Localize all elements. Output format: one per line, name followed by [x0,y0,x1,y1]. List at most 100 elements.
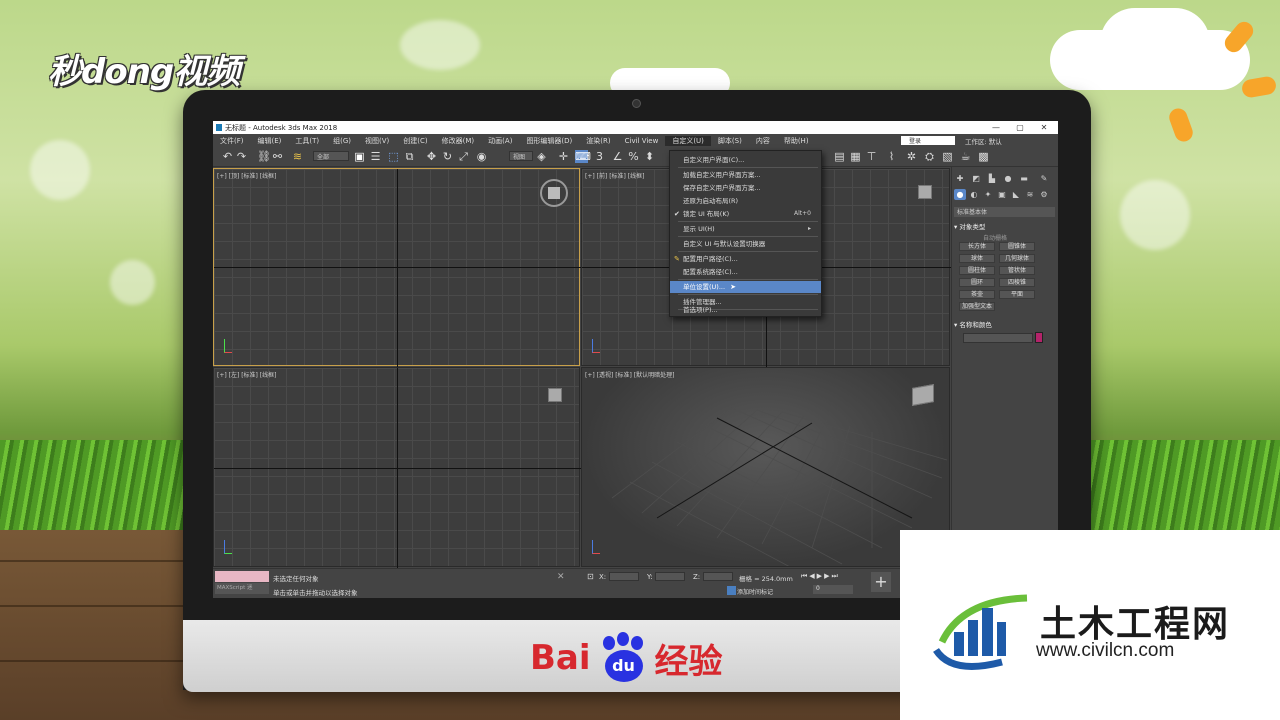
viewport-label[interactable]: [+] [左] [标准] [线框] [217,370,276,379]
layer-explorer-icon[interactable]: ▦ [849,150,862,163]
close-button[interactable]: ✕ [1032,121,1056,134]
pyramid-button[interactable]: 四棱锥 [999,278,1035,287]
viewport-label[interactable]: [+] [顶] [标准] [线框] [217,171,276,180]
menu-edit[interactable]: 编辑(E) [251,136,289,146]
maxscript-mini-listener[interactable]: MAXScript 迷 [215,583,269,594]
menu-rendering[interactable]: 渲染(R) [579,136,617,146]
scene-explorer-icon[interactable]: ▤ [833,150,846,163]
hierarchy-tab-icon[interactable]: ▙ [986,173,998,184]
box-button[interactable]: 长方体 [959,242,995,251]
angle-snap-icon[interactable]: ∠ [611,150,624,163]
cameras-icon[interactable]: ▣ [996,189,1008,200]
cone-button[interactable]: 圆锥体 [999,242,1035,251]
ribbon-icon[interactable]: ⊤ [865,150,878,163]
viewcube-icon[interactable] [918,185,932,199]
systems-icon[interactable]: ⚙ [1038,189,1050,200]
utilities-tab-icon[interactable]: ✎ [1038,173,1050,184]
viewport-left[interactable]: [+] [左] [标准] [线框] [213,367,581,568]
plane-button[interactable]: 平面 [999,290,1035,299]
select-manipulate-icon[interactable]: ✛ [557,150,570,163]
cylinder-button[interactable]: 圆柱体 [959,266,995,275]
menu-customize[interactable]: 自定义(U) [665,135,711,146]
menu-item-ui-switcher[interactable]: 自定义 UI 与默认设置切换器 [670,238,821,250]
spacewarps-icon[interactable]: ≋ [1024,189,1036,200]
viewport-perspective[interactable]: [+] [透视] [标准] [默认明暗处理] [581,367,950,567]
menu-item-system-paths[interactable]: 配置系统路径(C)... [670,266,821,278]
geometry-icon[interactable]: ● [954,189,966,200]
menu-item-customize-ui[interactable]: 自定义用户界面(C)... [670,154,821,166]
modify-tab-icon[interactable]: ◩ [970,173,982,184]
frame-field[interactable]: 0 [813,585,853,594]
x-coordinate-field[interactable] [609,572,639,581]
display-tab-icon[interactable]: ▬ [1018,173,1030,184]
menu-help[interactable]: 帮助(H) [777,136,816,146]
place-icon[interactable]: ◉ [475,150,488,163]
menu-civil-view[interactable]: Civil View [618,137,666,145]
textplus-button[interactable]: 加强型文本 [959,302,995,311]
link-icon[interactable]: ⛓ [257,150,271,163]
absolute-mode-icon[interactable]: ⊡ [587,572,594,581]
select-object-icon[interactable]: ▣ [353,150,366,163]
isolate-icon[interactable]: ✕ [557,572,565,582]
teapot-button[interactable]: 茶壶 [959,290,995,299]
redo-icon[interactable]: ↷ [235,150,248,163]
render-frame-icon[interactable]: ▧ [941,150,954,163]
unlink-icon[interactable]: ⚯ [271,150,284,163]
undo-icon[interactable]: ↶ [221,150,234,163]
time-tag-icon[interactable] [727,586,736,595]
menu-item-units-setup[interactable]: 单位设置(U)... ➤ [670,281,821,293]
menu-item-show-ui[interactable]: 显示 UI(H) ▸ [670,223,821,235]
menu-item-lock-ui-layout[interactable]: ✔ 锁定 UI 布局(K) Alt+0 [670,208,821,220]
material-editor-icon[interactable]: ✲ [905,150,918,163]
selection-filter-select[interactable]: 全部 [313,151,349,161]
object-color-swatch[interactable] [1035,332,1043,343]
render-icon[interactable]: ☕ [959,150,972,163]
viewcube-icon[interactable] [540,179,568,207]
menu-item-user-paths[interactable]: ✎ 配置用户路径(C)... [670,253,821,265]
torus-button[interactable]: 圆环 [959,278,995,287]
reference-coord-select[interactable]: 视图 [509,151,533,161]
menu-file[interactable]: 文件(F) [213,136,251,146]
menu-item-preferences[interactable]: 首选项(P)... [670,304,821,316]
lights-icon[interactable]: ✦ [982,189,994,200]
object-name-field[interactable] [963,333,1033,343]
object-category-select[interactable]: 标准基本体 [954,207,1055,217]
menu-group[interactable]: 组(G) [326,136,358,146]
keyboard-shortcut-icon[interactable]: ⌨ [575,150,591,163]
rect-selection-icon[interactable]: ⬚ [387,150,400,163]
menu-animation[interactable]: 动画(A) [481,136,519,146]
render-online-icon[interactable]: ▩ [977,150,990,163]
window-crossing-icon[interactable]: ⧉ [403,150,416,163]
bind-spacewarp-icon[interactable]: ≋ [291,150,304,163]
maxscript-listener-input[interactable] [215,571,269,582]
scale-icon[interactable]: ⤢ [457,150,470,163]
percent-snap-icon[interactable]: % [627,150,640,163]
login-field[interactable]: 登录 [901,136,955,145]
add-key-button[interactable]: + [871,572,891,592]
menu-item-load-ui-scheme[interactable]: 加载自定义用户界面方案... [670,169,821,181]
render-setup-icon[interactable]: ⛭ [923,150,936,163]
viewport-top[interactable]: [+] [顶] [标准] [线框] [213,168,581,367]
motion-tab-icon[interactable]: ● [1002,173,1014,184]
z-coordinate-field[interactable] [703,572,733,581]
menu-item-revert-layout[interactable]: 还原为启动布局(R) [670,195,821,207]
add-time-tag-button[interactable]: 添加时间标记 [737,587,773,596]
menu-modifiers[interactable]: 修改器(M) [435,136,482,146]
viewcube-icon[interactable] [548,388,562,402]
menu-item-save-ui-scheme[interactable]: 保存自定义用户界面方案... [670,182,821,194]
shapes-icon[interactable]: ◐ [968,189,980,200]
y-coordinate-field[interactable] [655,572,685,581]
viewport-label[interactable]: [+] [前] [标准] [线框] [585,171,644,180]
maximize-button[interactable]: ▢ [1008,121,1032,134]
menu-create[interactable]: 创建(C) [396,136,434,146]
rotate-icon[interactable]: ↻ [441,150,454,163]
snap-icon[interactable]: 3 [593,150,606,163]
menu-graph-editors[interactable]: 图形编辑器(D) [519,136,579,146]
move-icon[interactable]: ✥ [425,150,438,163]
select-by-name-icon[interactable]: ☰ [369,150,382,163]
menu-tools[interactable]: 工具(T) [288,136,326,146]
sphere-button[interactable]: 球体 [959,254,995,263]
playback-controls[interactable]: ⏮◀▶▶⏭ [801,572,840,581]
name-color-rollout-header[interactable]: ▾ 名称和颜色 [954,319,1055,329]
helpers-icon[interactable]: ◣ [1010,189,1022,200]
